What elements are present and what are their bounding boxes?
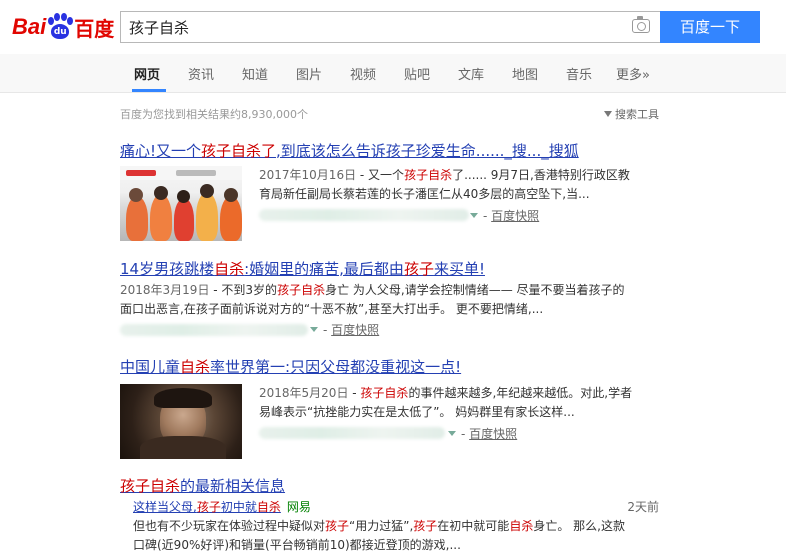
paw-icon: du [47, 13, 74, 41]
snapshot-link-3[interactable]: - 百度快照 [448, 425, 517, 442]
filter-icon [604, 111, 612, 117]
blurred-url-2 [120, 324, 308, 336]
tab-tieba[interactable]: 贴吧 [404, 64, 430, 83]
news-time: 2天前 [627, 500, 659, 514]
search-button[interactable]: 百度一下 [660, 11, 760, 43]
blurred-url-3 [259, 427, 445, 439]
results-count: 百度为您找到相关结果约8,930,000个 [120, 108, 308, 121]
search-tools-button[interactable]: 搜索工具 [604, 106, 659, 122]
search-box [120, 11, 660, 43]
tab-web[interactable]: 网页 [134, 64, 160, 83]
logo-text-baidu: 百度 [74, 16, 115, 41]
tab-images[interactable]: 图片 [296, 64, 322, 83]
news-section-title[interactable]: 孩子自杀的最新相关信息 [120, 475, 285, 496]
camera-icon[interactable] [632, 16, 650, 33]
result-title-3[interactable]: 中国儿童自杀率世界第一:只因父母都没重视这一点! [120, 356, 461, 377]
result-thumbnail-3[interactable] [120, 384, 242, 459]
tab-zhidao[interactable]: 知道 [242, 64, 268, 83]
result-title-1[interactable]: 痛心!又一个孩子自杀了,到底该怎么告诉孩子珍爱生命......_搜..._搜狐 [120, 140, 579, 161]
tab-video[interactable]: 视频 [350, 64, 376, 83]
snapshot-link-1[interactable]: - 百度快照 [470, 207, 539, 224]
baidu-logo[interactable]: Bai du 百度 [12, 10, 114, 44]
tab-more[interactable]: 更多» [616, 64, 650, 83]
header: Bai du 百度 百度一下 [0, 0, 786, 54]
logo-text-du: du [53, 27, 67, 37]
dropdown-arrow-icon[interactable] [470, 213, 478, 218]
result-abstract-2: 2018年3月19日 - 不到3岁的孩子自杀身亡 为人父母,请学会控制情绪—— … [120, 283, 625, 316]
result-title-2[interactable]: 14岁男孩跳楼自杀:婚姻里的痛苦,最后都由孩子来买单! [120, 258, 485, 279]
search-tools-label: 搜索工具 [615, 108, 659, 121]
logo-text-bai: Bai [12, 14, 47, 39]
blurred-url-1 [259, 209, 469, 221]
news-abstract: 但也有不少玩家在体验过程中疑似对孩子“用力过猛”,孩子在初中就可能自杀身亡。 那… [133, 519, 625, 552]
active-tab-indicator [132, 89, 166, 92]
dropdown-arrow-icon[interactable] [448, 431, 456, 436]
news-item[interactable]: 这样当父母,孩子初中就自杀 网易 [133, 498, 311, 515]
result-abstract-3: 2018年5月20日 - 孩子自杀的事件越来越多,年纪越来越低。对此,学者 易峰… [259, 386, 633, 419]
tab-music[interactable]: 音乐 [566, 64, 592, 83]
snapshot-link-2[interactable]: - 百度快照 [310, 321, 379, 338]
result-thumbnail-1[interactable] [120, 166, 242, 241]
news-source: 网易 [286, 500, 311, 514]
dropdown-arrow-icon[interactable] [310, 327, 318, 332]
tab-news[interactable]: 资讯 [188, 64, 214, 83]
result-abstract-1: 2017年10月16日 - 又一个孩子自杀了...... 9月7日,香港特别行政… [259, 168, 630, 201]
tab-bar: 网页 资讯 知道 图片 视频 贴吧 文库 地图 音乐 更多» [0, 54, 786, 93]
tab-wenku[interactable]: 文库 [458, 64, 484, 83]
search-input[interactable] [121, 12, 637, 42]
tab-map[interactable]: 地图 [512, 64, 538, 83]
